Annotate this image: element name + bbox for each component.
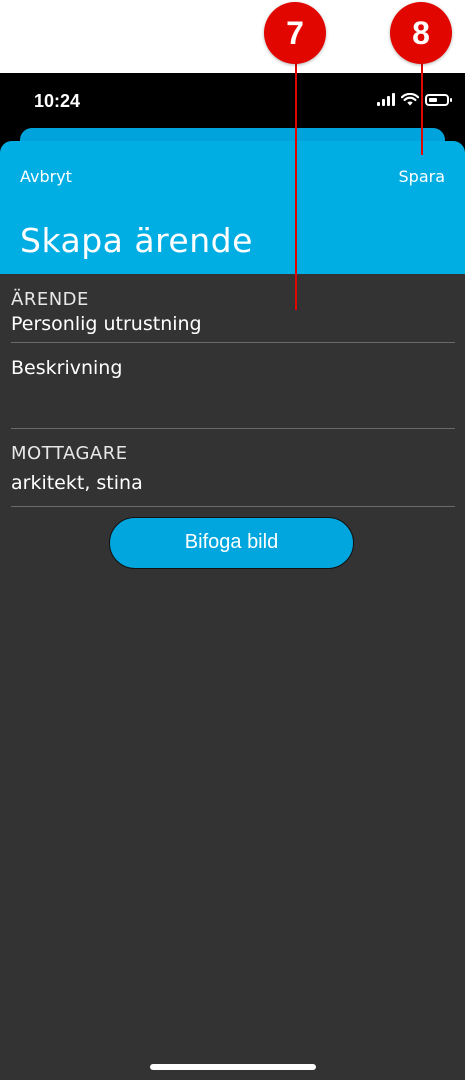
case-value: Personlig utrustning [11, 313, 202, 335]
save-button[interactable]: Spara [399, 167, 446, 186]
recipient-value: arkitekt, stina [11, 472, 143, 494]
callout-8-line [421, 50, 423, 155]
attach-image-button[interactable]: Bifoga bild [109, 517, 354, 569]
cancel-button[interactable]: Avbryt [20, 167, 72, 186]
page-title: Skapa ärende [20, 221, 253, 260]
status-bar: 10:24 [0, 73, 465, 128]
signal-icon [377, 93, 395, 106]
callout-8-badge: 8 [390, 2, 452, 64]
recipient-label: MOTTAGARE [11, 443, 128, 464]
battery-icon [425, 93, 452, 106]
callout-7-line [295, 50, 297, 310]
sheet-header: Avbryt Spara Skapa ärende [0, 141, 465, 274]
description-label: Beskrivning [11, 357, 123, 379]
description-field[interactable]: Beskrivning [11, 357, 455, 429]
case-field[interactable]: ÄRENDE Personlig utrustning [11, 289, 455, 343]
wifi-icon [401, 93, 419, 106]
callout-7-badge: 7 [264, 2, 326, 64]
phone-screen: 10:24 Avbryt Spara Skapa ärende ÄRENDE P… [0, 73, 465, 1080]
home-indicator [150, 1064, 316, 1070]
status-time: 10:24 [34, 91, 81, 111]
recipient-field[interactable]: MOTTAGARE arkitekt, stina [11, 443, 455, 507]
case-label: ÄRENDE [11, 289, 89, 310]
create-case-sheet: Avbryt Spara Skapa ärende ÄRENDE Personl… [0, 141, 465, 1080]
status-icons [377, 93, 452, 106]
